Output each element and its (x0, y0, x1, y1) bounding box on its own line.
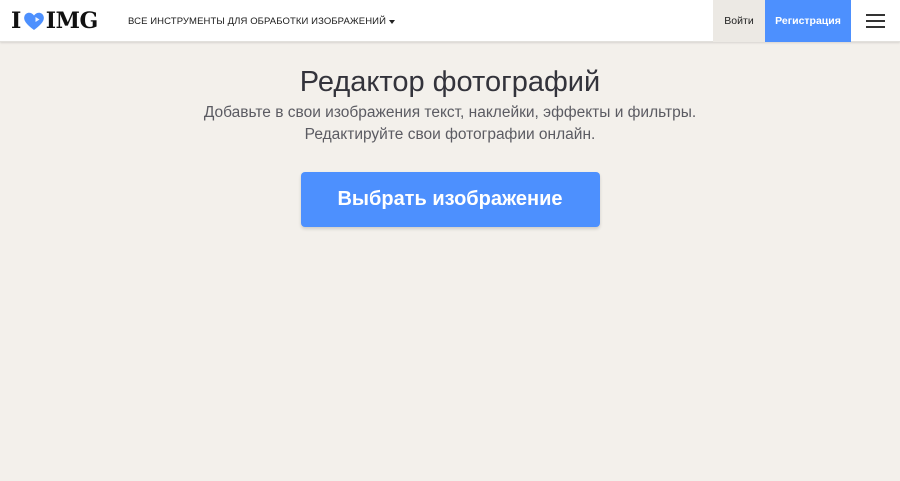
subtitle-line-1: Добавьте в свои изображения текст, накле… (203, 104, 697, 121)
logo[interactable]: I IMG (11, 8, 98, 34)
logo-text-img: IMG (45, 8, 98, 34)
select-image-button[interactable]: Выбрать изображение (300, 172, 600, 227)
hamburger-icon[interactable] (866, 14, 885, 28)
top-navbar: I IMG ВСЕ ИНСТРУМЕНТЫ ДЛЯ ОБРАБОТКИ ИЗОБ… (0, 0, 900, 42)
logo-letter-i: I (11, 8, 21, 34)
login-button[interactable]: Войти (713, 0, 765, 42)
all-tools-label: ВСЕ ИНСТРУМЕНТЫ ДЛЯ ОБРАБОТКИ ИЗОБРАЖЕНИ… (128, 15, 387, 27)
caret-down-icon (389, 19, 396, 24)
page-title: Редактор фотографий (299, 66, 601, 98)
page-subtitle: Добавьте в свои изображения текст, накле… (0, 102, 900, 146)
subtitle-line-2: Редактируйте свои фотографии онлайн. (304, 126, 596, 143)
register-button[interactable]: Регистрация (765, 0, 851, 42)
main-content: Редактор фотографий Добавьте в свои изоб… (0, 42, 900, 227)
all-tools-dropdown[interactable]: ВСЕ ИНСТРУМЕНТЫ ДЛЯ ОБРАБОТКИ ИЗОБРАЖЕНИ… (128, 0, 396, 42)
heart-icon (23, 11, 45, 31)
